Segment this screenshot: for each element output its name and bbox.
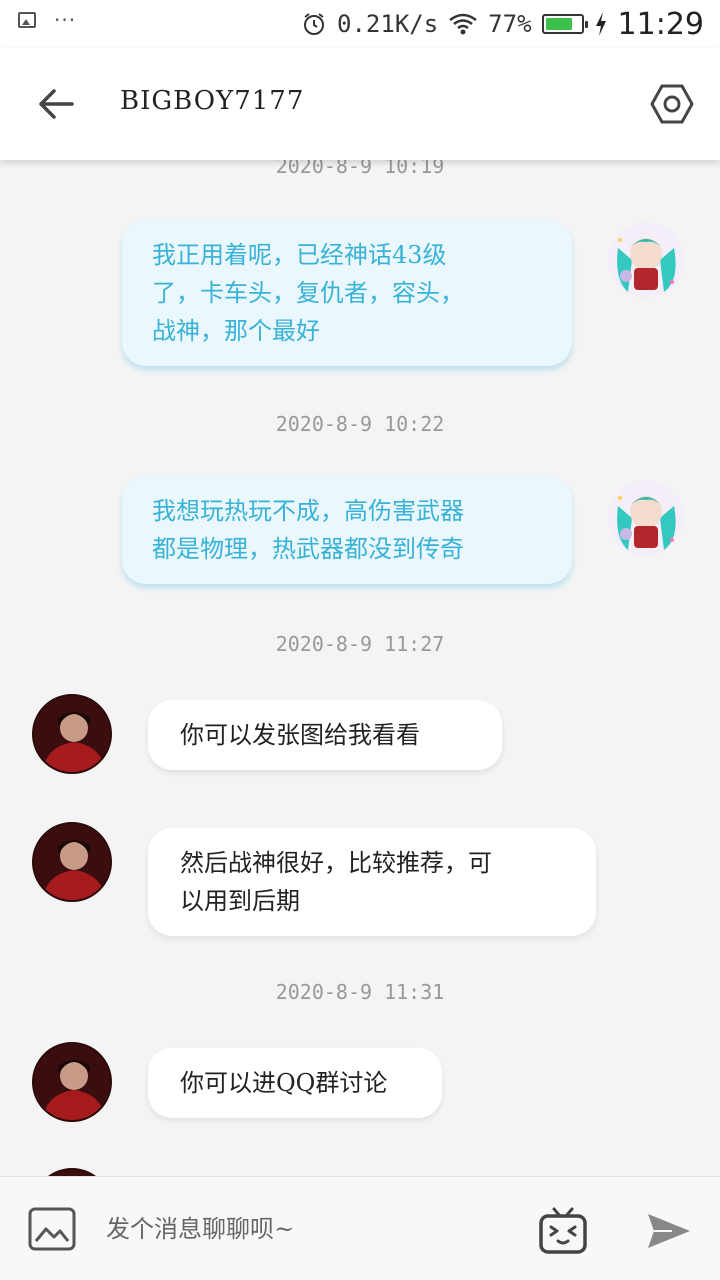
message-line: 以用到后期 [180, 887, 300, 915]
chat-header: BIGBOY7177 [0, 48, 720, 160]
hexagon-settings-icon[interactable] [650, 82, 694, 126]
anime-avatar-icon [608, 222, 684, 298]
message-line: 我想玩热玩不成，高伤害武器 [152, 497, 464, 525]
network-speed: 0.21K/s [337, 10, 439, 38]
send-icon[interactable] [646, 1211, 692, 1251]
my-avatar[interactable] [606, 478, 686, 558]
ninja-avatar-icon [34, 696, 110, 772]
clock-time: 11:29 [617, 6, 704, 42]
arrow-left-icon[interactable] [36, 84, 76, 124]
timestamp: 2020-8-9 11:27 [275, 632, 445, 656]
alarm-icon [304, 13, 325, 35]
message-line: 了，卡车头，复仇者，容头， [152, 279, 464, 307]
chat-title: BIGBOY7177 [120, 86, 305, 116]
message-line: 战神，那个最好 [152, 317, 320, 345]
emoji-tv-icon[interactable] [538, 1205, 588, 1255]
message-line: 你可以发张图给我看看 [180, 721, 420, 749]
battery-icon [541, 14, 588, 34]
ninja-avatar-icon [34, 824, 110, 900]
more-dots-icon: ··· [54, 8, 77, 32]
message-list[interactable]: 2020-8-9 10:19 我正用着呢，已经神话43级 了，卡车头，复仇者，容… [0, 160, 720, 1176]
timestamp: 2020-8-9 11:31 [275, 980, 445, 1004]
incoming-message[interactable]: 你可以进QQ群讨论 [148, 1048, 442, 1118]
charging-icon [595, 12, 606, 36]
status-bar: ··· 0.21K/s 77% 11:29 [0, 0, 720, 48]
message-line: 都是物理，热武器都没到传奇 [152, 535, 464, 563]
message-line: 我正用着呢，已经神话43级 [152, 241, 447, 269]
contact-avatar[interactable] [32, 694, 112, 774]
outgoing-message[interactable]: 我想玩热玩不成，高伤害武器 都是物理，热武器都没到传奇 [122, 476, 572, 584]
image-picker-icon[interactable] [28, 1207, 76, 1251]
contact-avatar[interactable] [32, 1168, 112, 1176]
message-line: 你可以进QQ群讨论 [180, 1069, 388, 1097]
contact-avatar[interactable] [32, 822, 112, 902]
image-icon [18, 12, 36, 28]
message-input[interactable]: 发个消息聊聊呗~ [106, 1207, 506, 1251]
outgoing-message[interactable]: 我正用着呢，已经神话43级 了，卡车头，复仇者，容头， 战神，那个最好 [122, 220, 572, 366]
message-input-bar: 发个消息聊聊呗~ [0, 1176, 720, 1280]
wifi-icon [449, 13, 477, 35]
timestamp: 2020-8-9 10:19 [275, 160, 445, 178]
my-avatar[interactable] [606, 220, 686, 300]
anime-avatar-icon [608, 480, 684, 556]
contact-avatar[interactable] [32, 1042, 112, 1122]
battery-percent: 77% [488, 10, 532, 38]
incoming-message[interactable]: 你可以发张图给我看看 [148, 700, 502, 770]
incoming-message[interactable]: 然后战神很好，比较推荐，可 以用到后期 [148, 828, 596, 936]
timestamp: 2020-8-9 10:22 [275, 412, 445, 436]
battery-level [545, 18, 572, 30]
message-line: 然后战神很好，比较推荐，可 [180, 849, 492, 877]
ninja-avatar-icon [34, 1044, 110, 1120]
